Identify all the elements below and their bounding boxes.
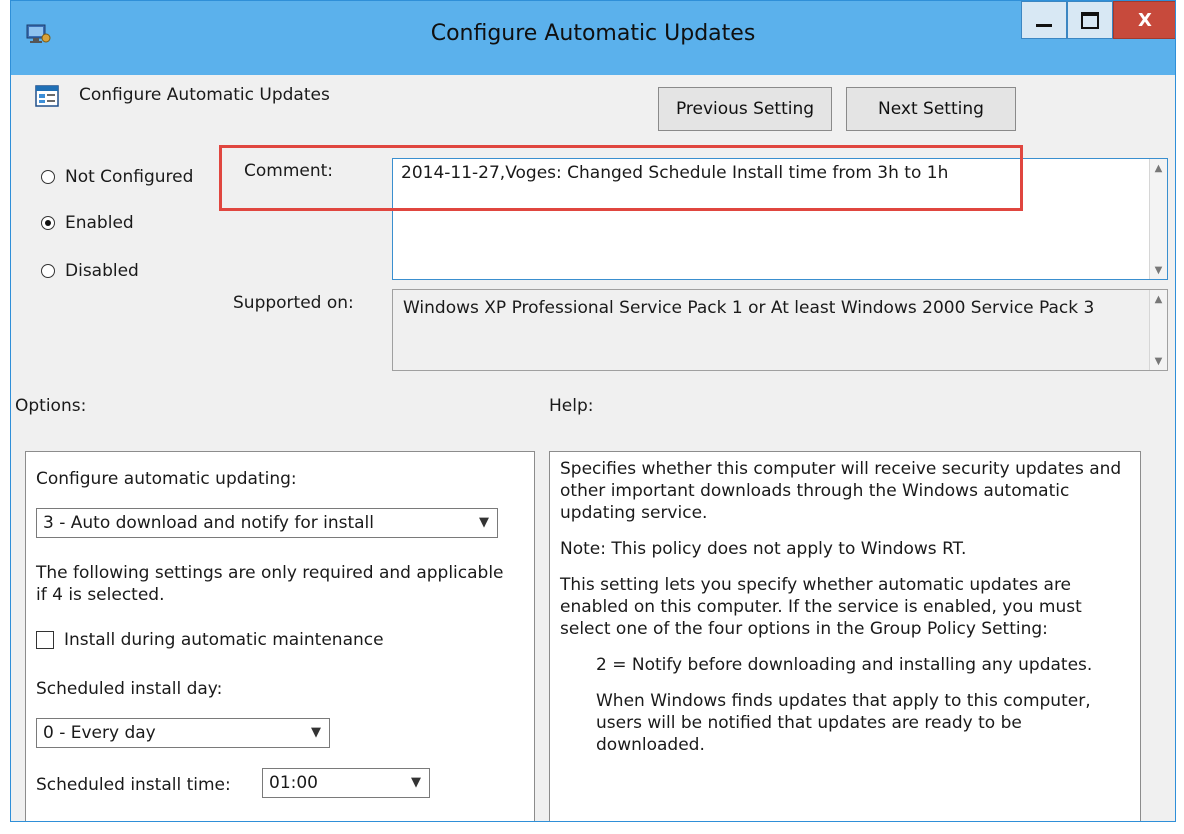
- scroll-down-icon[interactable]: ▼: [1150, 352, 1167, 370]
- radio-not-configured[interactable]: Not Configured: [41, 167, 193, 187]
- help-paragraph: When Windows finds updates that apply to…: [596, 691, 1091, 755]
- configure-updating-label: Configure automatic updating:: [36, 469, 297, 489]
- help-panel[interactable]: Specifies whether this computer will rec…: [549, 451, 1141, 821]
- scroll-up-icon[interactable]: ▲: [1150, 159, 1167, 177]
- maintenance-checkbox[interactable]: Install during automatic maintenance: [36, 630, 384, 650]
- chevron-down-icon: ▼: [411, 775, 421, 790]
- policy-setting-icon: [35, 85, 59, 107]
- help-paragraph: 2 = Notify before downloading and instal…: [596, 655, 1093, 675]
- checkbox-box: [36, 631, 54, 649]
- next-setting-button[interactable]: Next Setting: [846, 87, 1016, 131]
- checkbox-label: Install during automatic maintenance: [64, 630, 384, 650]
- previous-setting-button[interactable]: Previous Setting: [658, 87, 832, 131]
- radio-circle-selected: [41, 216, 55, 230]
- comment-highlight-annotation: [219, 145, 1023, 211]
- help-paragraph: This setting lets you specify whether au…: [560, 575, 1082, 639]
- configure-updating-select[interactable]: 3 - Auto download and notify for install…: [36, 508, 498, 538]
- comment-scrollbar[interactable]: ▲ ▼: [1149, 159, 1167, 279]
- minimize-icon: [1036, 23, 1052, 27]
- scroll-down-icon[interactable]: ▼: [1150, 261, 1167, 279]
- select-value: 0 - Every day: [43, 723, 156, 743]
- supported-on-field: Windows XP Professional Service Pack 1 o…: [392, 289, 1168, 371]
- settings-note: The following settings are only required…: [36, 563, 504, 605]
- radio-circle: [41, 170, 55, 184]
- supported-scrollbar[interactable]: ▲ ▼: [1149, 290, 1167, 370]
- options-heading: Options:: [15, 396, 87, 416]
- install-day-label: Scheduled install day:: [36, 679, 223, 699]
- help-heading: Help:: [549, 396, 594, 416]
- radio-disabled[interactable]: Disabled: [41, 261, 139, 281]
- supported-on-label: Supported on:: [233, 293, 354, 313]
- options-panel: Configure automatic updating: 3 - Auto d…: [25, 451, 535, 821]
- chevron-down-icon: ▼: [479, 515, 489, 530]
- install-day-select[interactable]: 0 - Every day ▼: [36, 718, 330, 748]
- dialog-window: Configure Automatic Updates X Configure …: [10, 0, 1176, 822]
- supported-on-text: Windows XP Professional Service Pack 1 o…: [403, 298, 1095, 318]
- close-button[interactable]: X: [1113, 1, 1175, 39]
- radio-enabled[interactable]: Enabled: [41, 213, 134, 233]
- scroll-up-icon[interactable]: ▲: [1150, 290, 1167, 308]
- title-bar[interactable]: Configure Automatic Updates X: [11, 1, 1175, 75]
- install-time-select[interactable]: 01:00 ▼: [262, 768, 430, 798]
- maximize-button[interactable]: [1067, 1, 1113, 39]
- radio-label: Enabled: [65, 213, 134, 233]
- minimize-button[interactable]: [1021, 1, 1067, 39]
- help-paragraph: Specifies whether this computer will rec…: [560, 459, 1122, 523]
- select-value: 3 - Auto download and notify for install: [43, 513, 375, 533]
- radio-circle: [41, 264, 55, 278]
- policy-name: Configure Automatic Updates: [79, 85, 330, 105]
- install-time-label: Scheduled install time:: [36, 775, 231, 795]
- help-paragraph: Note: This policy does not apply to Wind…: [560, 539, 967, 559]
- select-value: 01:00: [269, 773, 318, 793]
- maximize-icon: [1081, 11, 1099, 29]
- window-title: Configure Automatic Updates: [430, 21, 756, 46]
- radio-label: Disabled: [65, 261, 139, 281]
- radio-label: Not Configured: [65, 167, 194, 187]
- chevron-down-icon: ▼: [311, 725, 321, 740]
- close-icon: X: [1138, 9, 1152, 31]
